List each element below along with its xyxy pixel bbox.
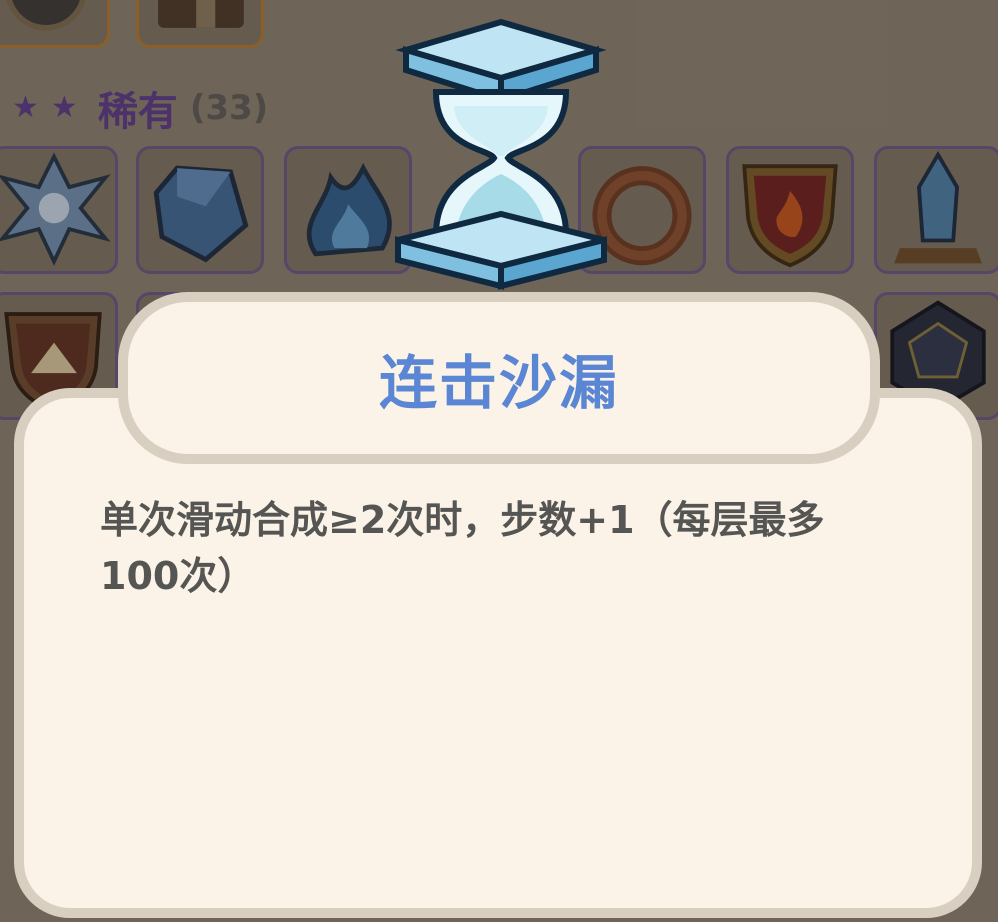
rarity-label: 稀有	[97, 89, 178, 135]
book-icon	[158, 0, 244, 28]
item-title: 连击沙漏	[378, 349, 619, 417]
star-icon: ★	[12, 90, 39, 125]
star-icon: ★	[50, 90, 78, 125]
inventory-slot[interactable]	[136, 146, 264, 274]
inventory-slot[interactable]	[726, 146, 854, 274]
inventory-slot[interactable]	[136, 0, 264, 48]
ice-crystal-icon	[0, 152, 111, 266]
inventory-slot[interactable]	[0, 146, 118, 274]
crystal-tower-icon	[894, 150, 982, 264]
inventory-slot[interactable]	[874, 146, 998, 274]
hourglass-icon	[395, 18, 607, 290]
fire-shield-icon	[742, 164, 838, 268]
item-detail-panel	[14, 388, 982, 918]
rarity-count: (33)	[189, 88, 269, 128]
inventory-slot[interactable]	[0, 0, 110, 48]
item-description: 单次滑动合成≥2次时，步数+1（每层最多100次）	[100, 498, 825, 598]
rarity-section-header: ★ ★ 稀有 (33)	[12, 78, 268, 138]
amulet-icon	[6, 0, 86, 31]
blue-gem-icon	[153, 165, 249, 263]
item-title-box: 连击沙漏	[118, 292, 880, 464]
